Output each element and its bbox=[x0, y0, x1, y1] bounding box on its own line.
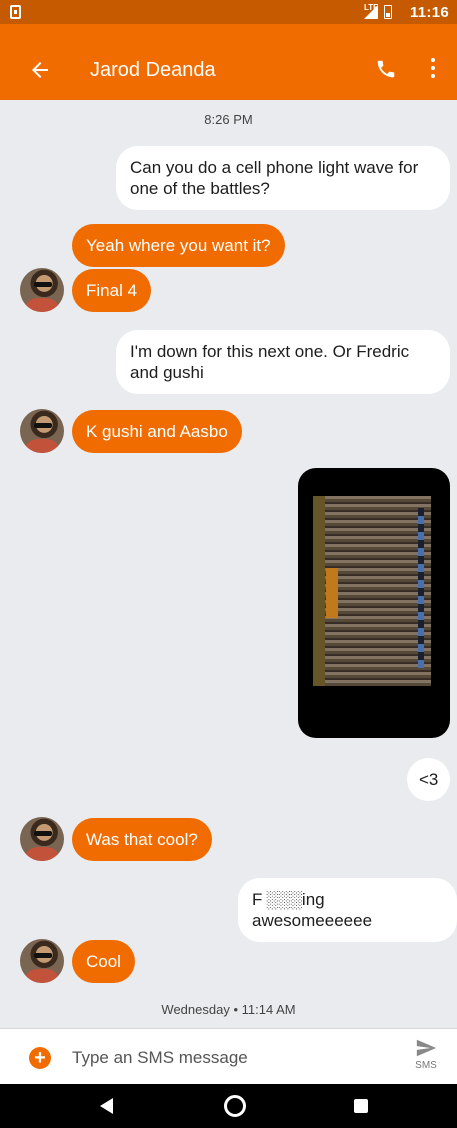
message-input[interactable] bbox=[72, 1046, 372, 1070]
contact-name: Jarod Deanda bbox=[90, 59, 216, 81]
message-received[interactable]: K gushi and Aasbo bbox=[72, 410, 242, 453]
nav-back-icon[interactable] bbox=[100, 1098, 113, 1114]
send-button[interactable]: SMS bbox=[406, 1037, 446, 1079]
nav-recents-icon[interactable] bbox=[354, 1099, 368, 1113]
signal-icon bbox=[364, 5, 378, 19]
photo-attachment[interactable] bbox=[298, 468, 450, 738]
message-sent[interactable]: Can you do a cell phone light wave for o… bbox=[116, 146, 450, 210]
notification-icon bbox=[10, 5, 21, 19]
battery-icon bbox=[384, 5, 392, 19]
message-sent[interactable]: <3 bbox=[407, 758, 451, 801]
contact-avatar bbox=[20, 939, 64, 983]
status-time: 11:16 bbox=[409, 4, 449, 21]
send-icon bbox=[416, 1039, 437, 1057]
message-received[interactable]: Final 4 bbox=[72, 269, 152, 312]
message-received[interactable]: Cool bbox=[72, 940, 135, 983]
message-received[interactable]: Was that cool? bbox=[72, 818, 212, 861]
back-arrow-icon[interactable] bbox=[28, 58, 52, 82]
message-sent[interactable]: I'm down for this next one. Or Fredric a… bbox=[116, 330, 450, 394]
message-received[interactable]: Yeah where you want it? bbox=[72, 224, 285, 267]
app-bar: Jarod Deanda bbox=[0, 24, 457, 100]
more-options-icon[interactable] bbox=[430, 58, 436, 80]
contact-avatar bbox=[20, 409, 64, 453]
timestamp: Wednesday • 11:14 AM bbox=[161, 1002, 296, 1017]
add-attachment-icon[interactable]: + bbox=[29, 1047, 51, 1069]
send-label: SMS bbox=[415, 1060, 437, 1071]
navigation-bar bbox=[0, 1084, 457, 1128]
status-bar: LTE 11:16 bbox=[0, 0, 457, 24]
phone-call-icon[interactable] bbox=[375, 58, 397, 80]
compose-bar: + SMS bbox=[0, 1028, 457, 1084]
contact-avatar bbox=[20, 817, 64, 861]
nav-home-icon[interactable] bbox=[224, 1095, 246, 1117]
contact-avatar bbox=[20, 268, 64, 312]
message-sent[interactable]: F ░░░ing awesomeeeeee bbox=[238, 878, 457, 942]
timestamp: 8:26 PM bbox=[204, 112, 253, 127]
